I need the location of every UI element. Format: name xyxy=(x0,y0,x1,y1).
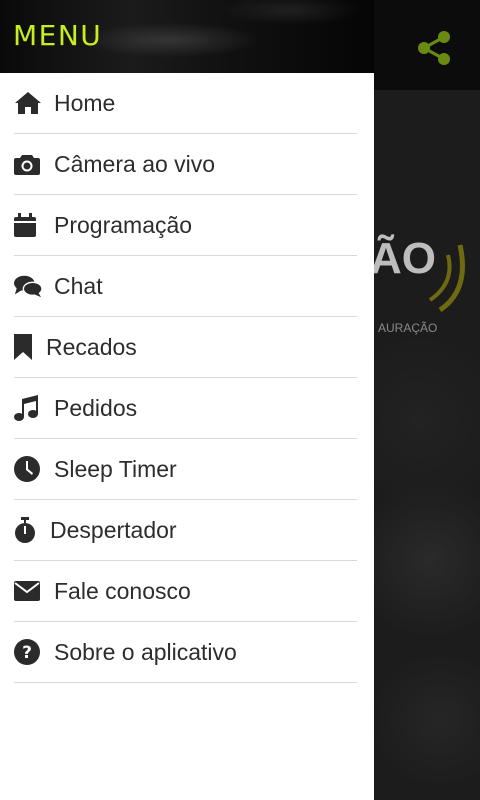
menu-item-label: Chat xyxy=(54,272,103,299)
svg-text:ÃO: ÃO xyxy=(370,233,436,283)
share-icon[interactable] xyxy=(414,28,454,68)
calendar-icon xyxy=(14,211,42,239)
question-circle-icon: ? xyxy=(14,638,42,666)
menu-item-label: Despertador xyxy=(50,516,177,543)
menu-item-label: Programação xyxy=(54,211,193,238)
menu-item-programacao[interactable]: Programação xyxy=(14,195,357,256)
menu-item-despertador[interactable]: Despertador xyxy=(14,500,357,561)
drawer-header: MENU xyxy=(0,0,374,73)
menu-item-label: Recados xyxy=(46,333,137,360)
menu-item-fale-conosco[interactable]: Fale conosco xyxy=(14,561,357,622)
svg-text:?: ? xyxy=(22,643,32,663)
menu-item-label: Sobre o aplicativo xyxy=(54,638,237,665)
home-icon xyxy=(14,89,42,117)
menu-item-recados[interactable]: Recados xyxy=(14,317,357,378)
bookmark-icon xyxy=(14,333,34,361)
menu-item-pedidos[interactable]: Pedidos xyxy=(14,378,357,439)
menu-item-camera[interactable]: Câmera ao vivo xyxy=(14,134,357,195)
chat-icon xyxy=(14,272,42,300)
clock-icon xyxy=(14,455,42,483)
menu-list: Home Câmera ao vivo Programação Chat Rec… xyxy=(0,73,374,683)
menu-item-home[interactable]: Home xyxy=(14,73,357,134)
menu-title: MENU xyxy=(13,19,103,52)
menu-item-sobre[interactable]: ? Sobre o aplicativo xyxy=(14,622,357,683)
menu-item-label: Sleep Timer xyxy=(54,455,177,482)
svg-text:AURAÇÃO: AURAÇÃO xyxy=(378,321,437,335)
navigation-drawer: MENU Home Câmera ao vivo Programação Cha… xyxy=(0,0,374,800)
envelope-icon xyxy=(14,577,42,605)
menu-item-label: Home xyxy=(54,89,116,116)
radio-logo: ÃO AURAÇÃO xyxy=(360,215,480,345)
camera-icon xyxy=(14,150,42,178)
music-note-icon xyxy=(14,394,42,422)
menu-item-chat[interactable]: Chat xyxy=(14,256,357,317)
menu-item-label: Câmera ao vivo xyxy=(54,150,216,177)
menu-item-label: Pedidos xyxy=(54,394,138,421)
menu-item-label: Fale conosco xyxy=(54,577,191,604)
menu-item-sleep-timer[interactable]: Sleep Timer xyxy=(14,439,357,500)
stopwatch-icon xyxy=(14,516,38,544)
